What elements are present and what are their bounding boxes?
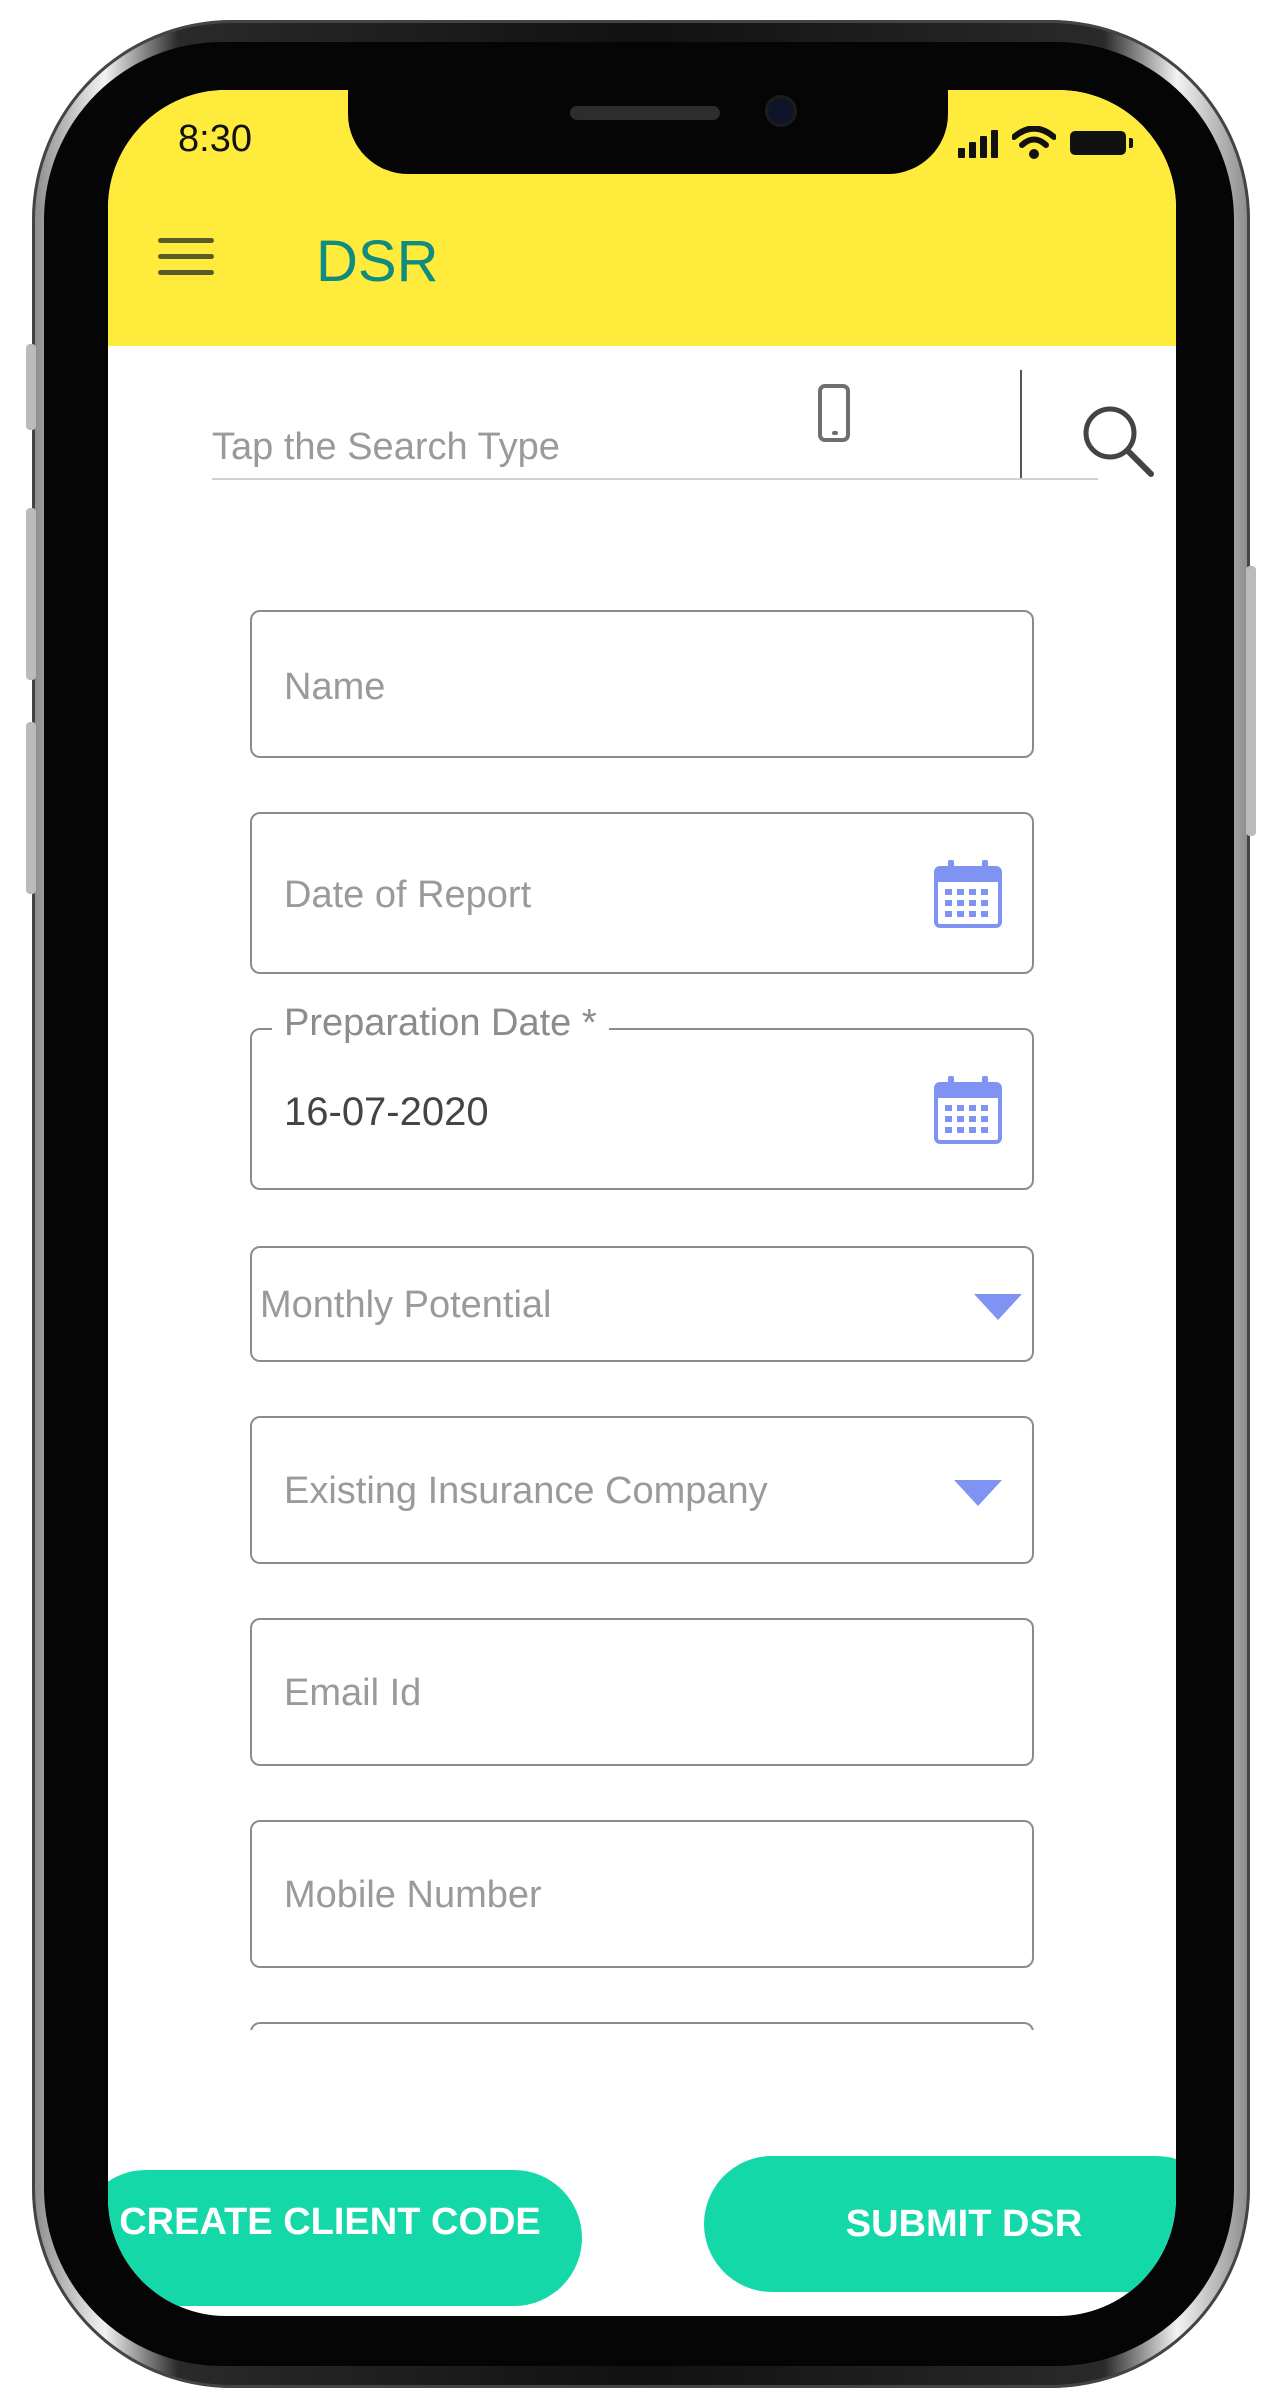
page-title: DSR	[316, 229, 439, 294]
chevron-down-icon[interactable]	[954, 1480, 1002, 1506]
mobile-number-placeholder: Mobile Number	[284, 1874, 542, 1916]
email-field[interactable]: Email Id	[250, 1618, 1034, 1766]
name-field[interactable]: Name	[250, 610, 1034, 758]
chevron-down-icon[interactable]	[974, 1294, 1022, 1320]
monthly-potential-select[interactable]: Monthly Potential	[250, 1246, 1034, 1362]
create-client-code-button[interactable]: CREATE CLIENT CODE	[108, 2170, 582, 2306]
name-placeholder: Name	[284, 666, 386, 708]
search-divider	[1020, 370, 1022, 478]
date-of-report-field[interactable]: Date of Report	[250, 812, 1034, 974]
notch	[348, 90, 948, 174]
calendar-icon[interactable]	[932, 1074, 1004, 1146]
speaker-grille	[570, 106, 720, 120]
search-input[interactable]: Tap the Search Type	[212, 426, 560, 469]
volume-down-button	[26, 722, 36, 894]
existing-insurance-company-select[interactable]: Existing Insurance Company	[250, 1416, 1034, 1564]
hamburger-menu-icon[interactable]	[158, 238, 218, 280]
volume-up-button	[26, 508, 36, 680]
calendar-icon[interactable]	[932, 858, 1004, 930]
cellular-signal-icon	[958, 128, 998, 158]
preparation-date-field[interactable]: Preparation Date * 16-07-2020	[250, 1002, 1034, 1190]
status-icons	[958, 126, 1133, 160]
preparation-date-value: 16-07-2020	[284, 1090, 489, 1134]
existing-insurance-company-placeholder: Existing Insurance Company	[284, 1470, 768, 1512]
mute-switch	[26, 344, 36, 430]
date-of-report-placeholder: Date of Report	[284, 874, 532, 916]
wifi-icon	[1012, 126, 1056, 159]
search-bar[interactable]: Tap the Search Type	[212, 370, 1154, 480]
search-icon[interactable]	[1077, 400, 1157, 480]
power-button	[1246, 566, 1256, 836]
battery-icon	[1070, 131, 1133, 155]
submit-dsr-button[interactable]: SUBMIT DSR	[704, 2156, 1176, 2292]
status-time: 8:30	[178, 118, 252, 160]
preparation-date-label: Preparation Date *	[272, 1002, 609, 1045]
mobile-number-field[interactable]: Mobile Number	[250, 1820, 1034, 1968]
mobile-phone-icon[interactable]	[818, 384, 850, 442]
monthly-potential-placeholder: Monthly Potential	[260, 1284, 552, 1326]
scroll-clip	[108, 2030, 1176, 2170]
front-camera	[768, 98, 794, 124]
email-placeholder: Email Id	[284, 1672, 422, 1714]
phone-screen: 8:30 DSR Tap the Search Type Name Date o…	[108, 90, 1176, 2316]
